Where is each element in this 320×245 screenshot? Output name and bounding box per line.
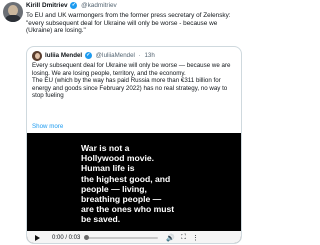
quoted-tweet-card[interactable]: Iuliia Mendel ✓ @IuliiaMendel · 13h Ever… [26,46,242,244]
progress-handle[interactable] [84,234,90,240]
video-caption-line: Hollywood movie. [81,153,155,164]
quoted-text-line: energy and goods since February 2022) ha… [32,84,228,92]
video-time: 0:00 / 0:03 [52,234,81,241]
quoted-timestamp: 13h [144,52,155,60]
quoted-author-avatar [32,51,42,61]
tweet-text-line: "every subsequent deal for Ukraine will … [26,19,218,27]
video-caption-line: breathing people — [81,194,162,205]
quoted-text: Every subsequent deal for Ukraine will o… [32,62,240,100]
show-more-link[interactable]: Show more [32,123,63,130]
quoted-header: Iuliia Mendel ✓ @IuliiaMendel · 13h [45,52,155,59]
quoted-text-line: The EU (which by the way has paid Russia… [32,77,221,85]
quoted-author-name: Iuliia Mendel [45,52,83,60]
video-caption-line: War is not a [81,143,130,153]
video-caption-line: be saved. [81,214,121,225]
tweet-header: Kirill Dmitriev ✓ @kadmitriev [26,2,117,9]
video-player[interactable]: War is not a Hollywood movie. Human life… [27,133,241,243]
separator-dot: · [138,52,141,60]
quoted-author-handle: @IuliiaMendel [95,52,135,60]
avatar-face [35,53,40,59]
video-caption-line: people — living, [81,183,147,194]
play-icon[interactable] [35,234,40,241]
author-name[interactable]: Kirill Dmitriev [26,2,68,9]
fullscreen-icon[interactable]: ⛶ [181,234,186,242]
tweet-text: To EU and UK warmongers from the former … [26,12,244,35]
video-caption-line: Human life is [81,163,135,174]
tweet-text-line: (Ukraine) are losing." [26,27,86,35]
verified-badge-icon: ✓ [84,52,92,59]
video-caption-line: are the ones who must [81,204,175,215]
tweet-text-line: To EU and UK warmongers from the former … [26,12,231,19]
video-caption: War is not a Hollywood movie. Human life… [81,143,201,225]
author-handle[interactable]: @kadmitriev [81,2,117,9]
video-controls: 0:00 / 0:03 🔊 ⛶ ⋮ [27,231,241,243]
video-caption-line: the highest good, and [81,173,171,184]
author-avatar[interactable] [3,2,23,22]
quoted-text-line: stop fueling [32,92,64,100]
more-options-icon[interactable]: ⋮ [192,234,199,242]
volume-icon[interactable]: 🔊 [166,234,175,242]
avatar-suit [5,15,21,22]
quoted-text-line: Every subsequent deal for Ukraine will o… [32,62,231,69]
video-progress-track[interactable] [84,234,159,240]
verified-badge-icon: ✓ [70,2,78,9]
quoted-text-line: losing. We are losing people, territory,… [32,69,186,77]
